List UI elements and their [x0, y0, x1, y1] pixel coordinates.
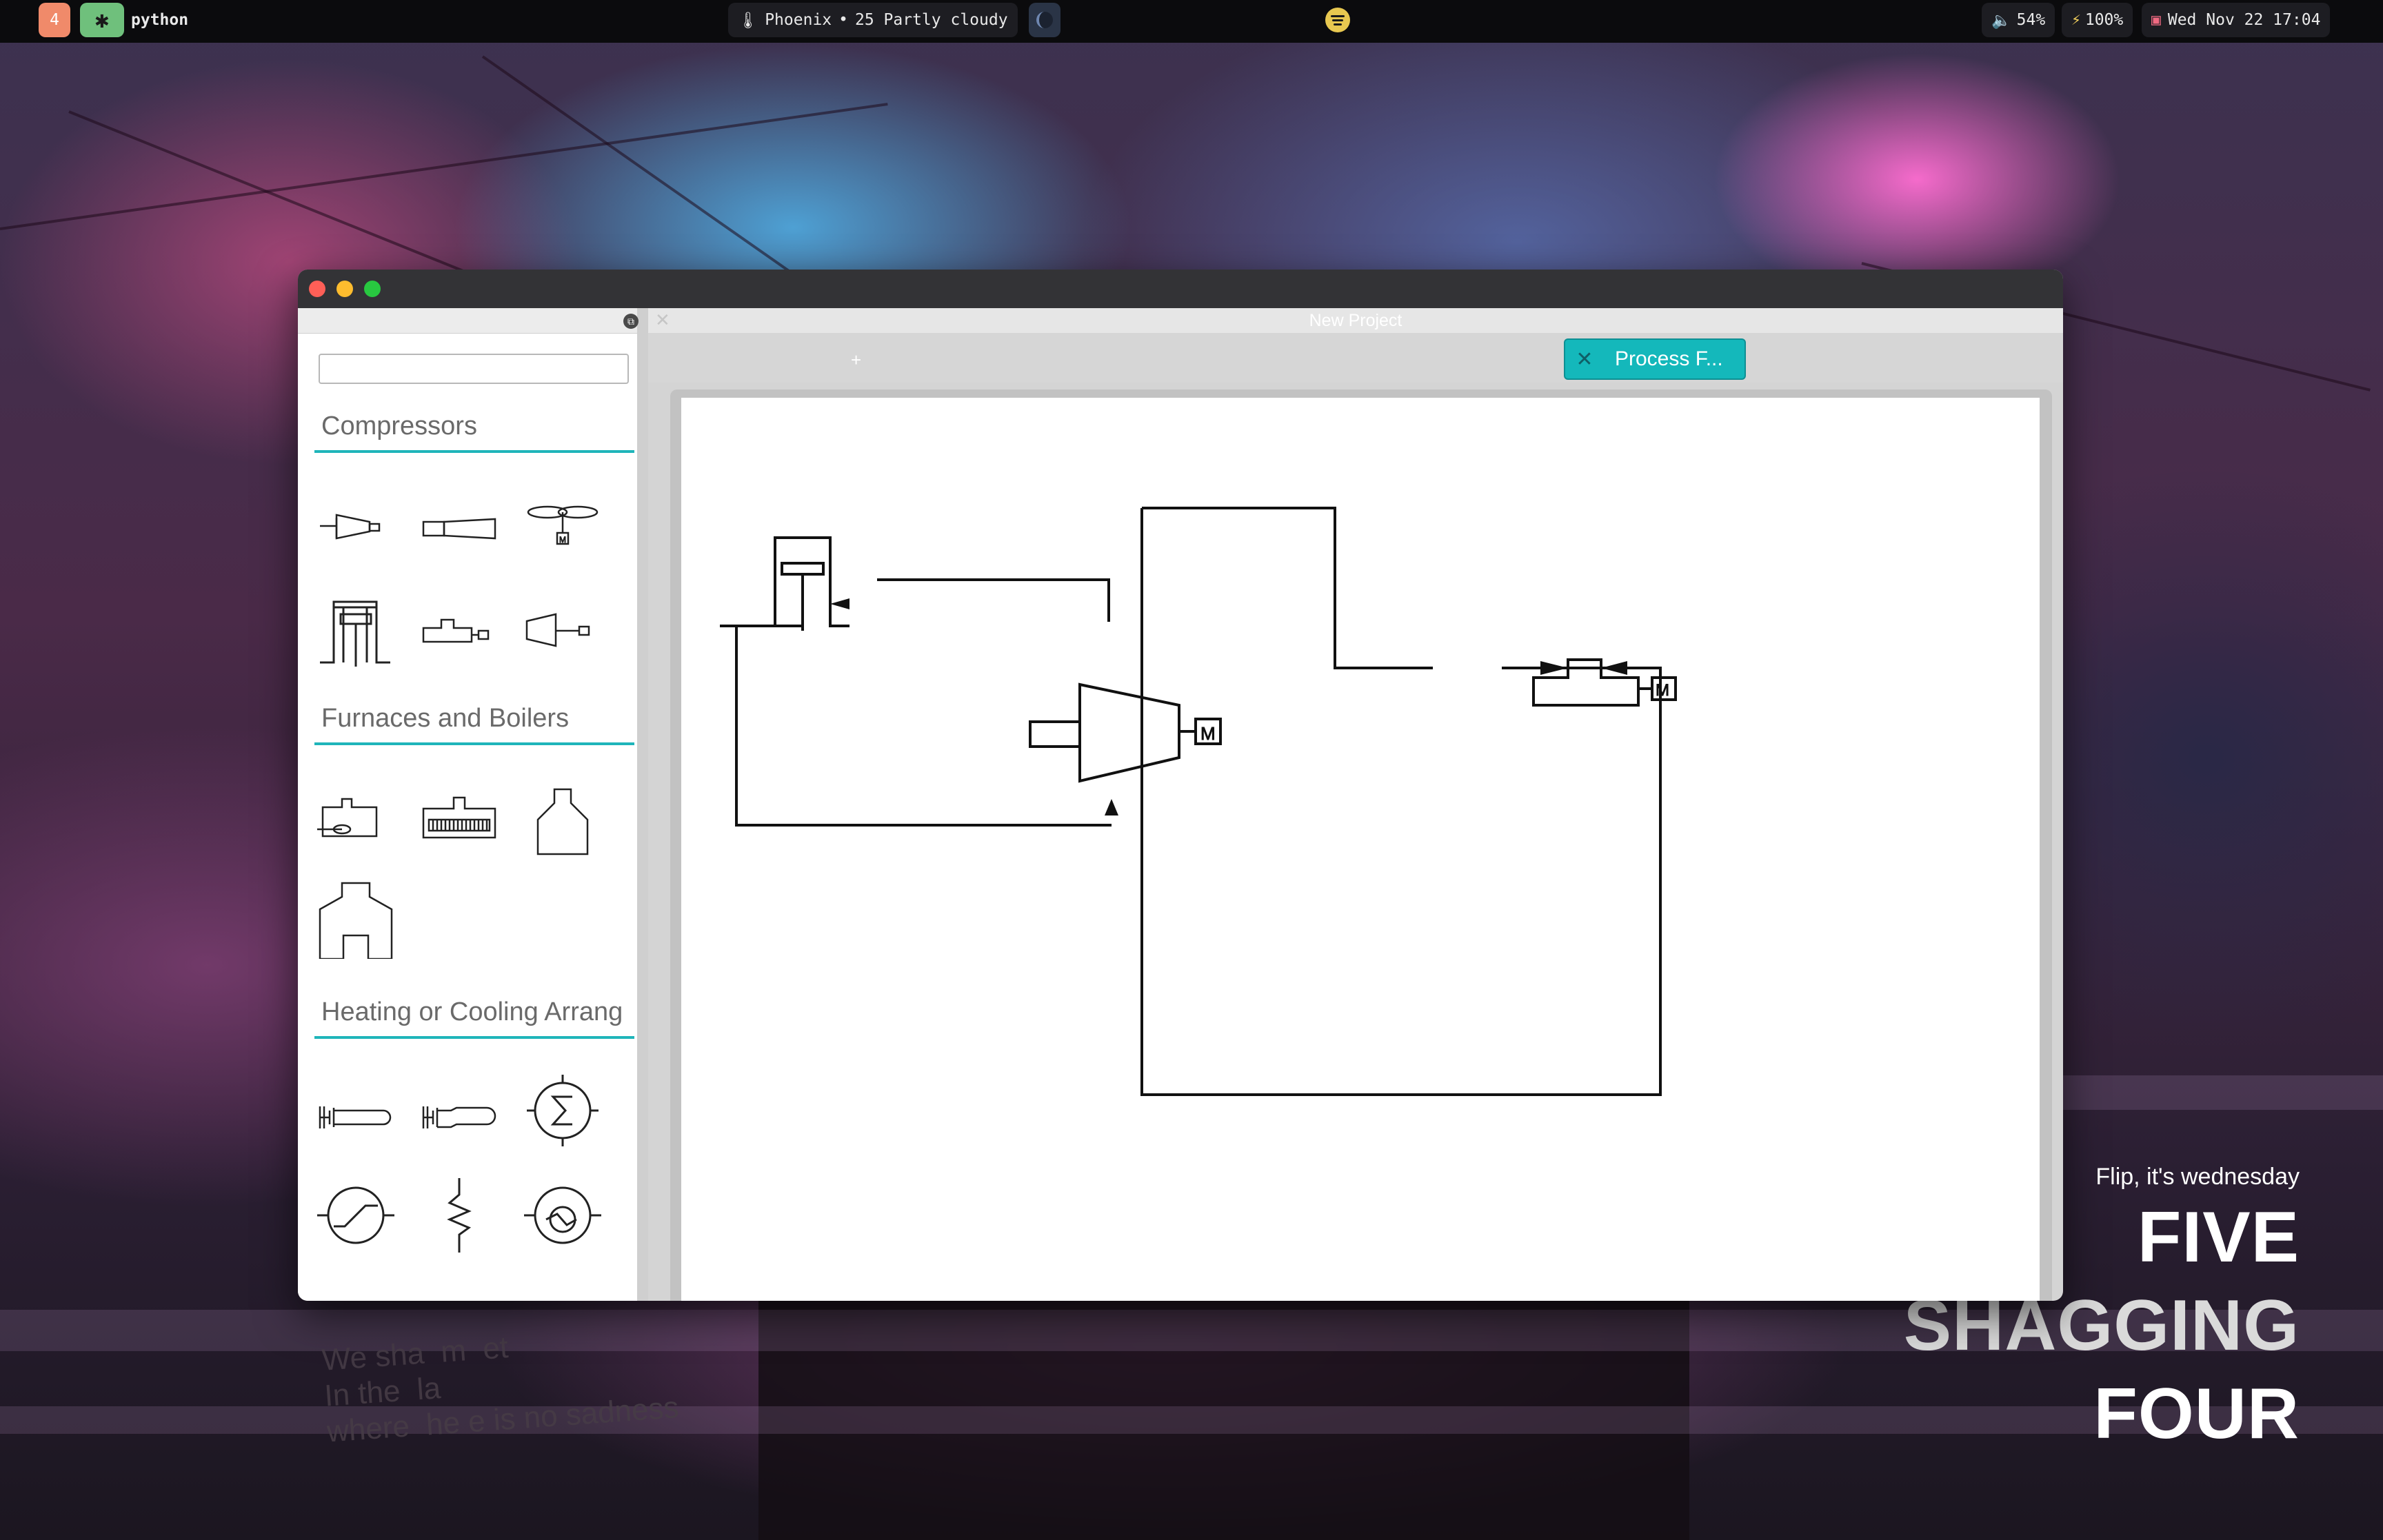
- clock-widget[interactable]: ▣ Wed Nov 22 17:04: [2142, 3, 2331, 37]
- coil-icon[interactable]: [418, 1174, 501, 1257]
- category-title-compressors[interactable]: Compressors: [321, 412, 477, 441]
- category-underline: [314, 1036, 634, 1039]
- document-title: New Project: [1309, 311, 1402, 330]
- category-title-heating-cooling[interactable]: Heating or Cooling Arrang: [321, 997, 623, 1027]
- clock-datetime: Wed Nov 22 17:04: [2167, 11, 2321, 29]
- tab-label: Process F...: [1615, 347, 1723, 370]
- double-pipe-exchanger-icon[interactable]: [418, 1076, 501, 1159]
- symbol-library-sidebar: ⧉ Compressors M Furnaces and Boilers Hea…: [298, 308, 648, 1301]
- workspace-indicator[interactable]: 4: [39, 3, 70, 37]
- thermometer-icon: 🌡: [738, 11, 758, 30]
- reciprocating-compressor-icon[interactable]: [314, 587, 397, 669]
- svg-text:M: M: [559, 535, 566, 545]
- quote-line-1: FIVE: [2137, 1197, 2300, 1277]
- reformer-furnace-icon[interactable]: [314, 876, 397, 960]
- undock-icon[interactable]: ⧉: [623, 314, 639, 329]
- sidebar-header: ⧉: [298, 308, 639, 334]
- quote-line-3: FOUR: [2093, 1374, 2300, 1454]
- workspace-app-icon[interactable]: ✱: [80, 3, 124, 37]
- category-underline: [314, 742, 634, 745]
- diagram-canvas[interactable]: M M: [681, 398, 2040, 1301]
- tab-close-icon[interactable]: ✕: [1571, 347, 1598, 372]
- window-minimize-button[interactable]: [336, 281, 353, 297]
- weather-widget[interactable]: 🌡 Phoenix • 25 Partly cloudy: [728, 3, 1018, 37]
- active-app-name: python: [131, 11, 189, 29]
- screw-compressor-icon[interactable]: [418, 587, 501, 669]
- volume-widget[interactable]: 🔈 54%: [1982, 3, 2055, 37]
- motor-label: M: [1656, 681, 1669, 700]
- app-window: ⧉ Compressors M Furnaces and Boilers Hea…: [298, 270, 2063, 1301]
- category-underline: [314, 450, 634, 453]
- volume-level: 54%: [2016, 11, 2046, 29]
- screw-compressor-unit[interactable]: M: [1532, 658, 1677, 707]
- centrifugal-compressor-unit[interactable]: M: [1029, 682, 1222, 815]
- category-title-furnaces[interactable]: Furnaces and Boilers: [321, 704, 569, 733]
- tube-heater-icon[interactable]: [314, 1076, 397, 1159]
- weather-text: 25 Partly cloudy: [855, 11, 1008, 29]
- spotify-icon[interactable]: [1323, 3, 1353, 37]
- battery-level: 100%: [2084, 11, 2124, 29]
- window-close-button[interactable]: [309, 281, 325, 297]
- window-maximize-button[interactable]: [364, 281, 381, 297]
- symbol-search-input[interactable]: [319, 354, 629, 384]
- heater-coil-icon[interactable]: [418, 774, 501, 857]
- quote-subtitle: Flip, it's wednesday: [2095, 1164, 2300, 1190]
- calendar-icon: ▣: [2151, 11, 2161, 29]
- fan-compressor-icon[interactable]: M: [521, 483, 604, 566]
- furnace-icon[interactable]: [314, 774, 397, 857]
- turbine-compressor-icon[interactable]: [521, 587, 604, 669]
- wallpaper-umbrella-rib: [0, 103, 888, 230]
- motor-label: M: [1200, 723, 1216, 744]
- boiler-icon[interactable]: [521, 774, 604, 857]
- lightning-icon: ⚡: [2071, 11, 2081, 29]
- reciprocating-compressor-unit[interactable]: [720, 536, 849, 631]
- condenser-icon[interactable]: [521, 1174, 604, 1257]
- process-stream-lines[interactable]: [735, 507, 1662, 1096]
- weather-location: Phoenix: [765, 11, 832, 29]
- rotary-compressor-icon[interactable]: [418, 483, 501, 566]
- speaker-icon: 🔈: [1991, 11, 2011, 30]
- cooler-icon[interactable]: [314, 1174, 397, 1257]
- battery-widget[interactable]: ⚡ 100%: [2062, 3, 2133, 37]
- tab-strip: + ✕ Process F...: [648, 333, 2063, 383]
- menu-bar: 4 ✱ python 🌡 Phoenix • 25 Partly cloudy …: [0, 0, 2383, 43]
- window-titlebar[interactable]: [298, 270, 2063, 308]
- heat-exchanger-icon[interactable]: [521, 1069, 604, 1152]
- new-tab-button[interactable]: +: [851, 349, 861, 371]
- tab-process-flow[interactable]: ✕ Process F...: [1564, 338, 1746, 380]
- weather-dot-icon: •: [838, 11, 848, 29]
- moon-icon[interactable]: [1029, 3, 1060, 37]
- document-header: ✕ New Project: [648, 308, 2063, 333]
- centrifugal-compressor-icon[interactable]: [314, 483, 397, 566]
